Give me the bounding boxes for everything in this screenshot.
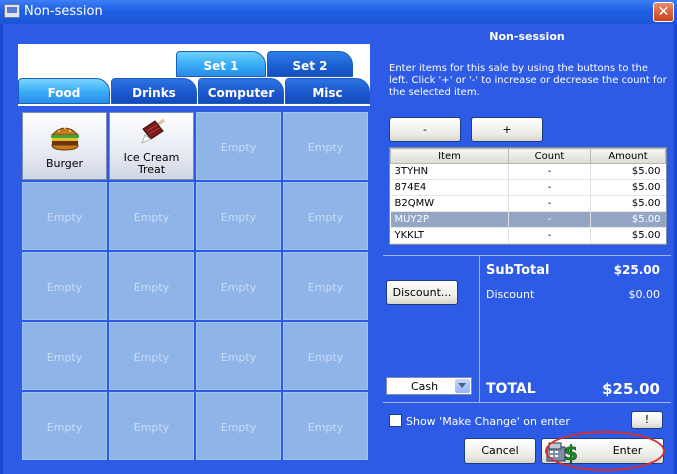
make-change-checkbox[interactable] — [389, 414, 402, 427]
discount-label: Discount — [486, 288, 535, 301]
item-label: Ice Cream Treat — [123, 151, 180, 176]
tab-food[interactable]: Food — [18, 78, 110, 104]
table-row[interactable]: 3TYHN - $5.00 — [390, 163, 666, 180]
discount-button[interactable]: Discount... — [386, 280, 458, 305]
empty-slot[interactable]: Empty — [109, 182, 194, 250]
empty-slot[interactable]: Empty — [283, 182, 368, 250]
panel-title: Non-session — [489, 30, 565, 43]
items-table: Item Count Amount 3TYHN - $5.00 874E4 - … — [389, 147, 667, 245]
enter-button[interactable]: $ Enter — [541, 438, 664, 464]
item-label: Burger — [45, 157, 84, 170]
empty-slot[interactable]: Empty — [22, 182, 107, 250]
subtotal-label: SubTotal — [486, 263, 550, 278]
column-header-amount[interactable]: Amount — [590, 148, 666, 164]
empty-slot[interactable]: Empty — [283, 392, 368, 460]
tab-set-1[interactable]: Set 1 — [176, 51, 266, 77]
tab-set-2[interactable]: Set 2 — [267, 51, 353, 77]
table-header-row: Item Count Amount — [390, 148, 666, 164]
empty-slot[interactable]: Empty — [196, 322, 281, 390]
tab-computer[interactable]: Computer — [198, 78, 284, 104]
column-header-item[interactable]: Item — [390, 148, 509, 164]
svg-text:$: $ — [564, 441, 578, 463]
column-header-count[interactable]: Count — [508, 148, 591, 164]
empty-slot[interactable]: Empty — [196, 252, 281, 320]
table-row[interactable]: B2QMW - $5.00 — [390, 195, 666, 212]
empty-slot[interactable]: Empty — [22, 252, 107, 320]
table-row-selected[interactable]: MUY2P - $5.00 — [390, 211, 666, 228]
enter-label: Enter — [612, 444, 643, 457]
cancel-button[interactable]: Cancel — [464, 438, 536, 464]
subtotal-value: $25.00 — [613, 263, 660, 277]
total-label: TOTAL — [486, 381, 536, 397]
divider — [383, 255, 671, 256]
alert-button[interactable]: ! — [631, 411, 663, 429]
empty-slot[interactable]: Empty — [283, 322, 368, 390]
table-row[interactable]: YKKLT - $5.00 — [390, 227, 666, 244]
empty-slot[interactable]: Empty — [196, 392, 281, 460]
close-icon: ✕ — [657, 4, 670, 20]
empty-slot[interactable]: Empty — [22, 322, 107, 390]
item-button-burger[interactable]: Burger — [22, 112, 107, 180]
empty-slot[interactable]: Empty — [196, 112, 281, 180]
make-change-label: Show 'Make Change' on enter — [406, 415, 570, 428]
divider — [383, 402, 671, 403]
payment-method-select[interactable]: Cash — [386, 377, 472, 395]
discount-value: $0.00 — [628, 288, 661, 301]
item-button-ice-cream-treat[interactable]: Ice Cream Treat — [109, 112, 194, 180]
ice-cream-icon — [140, 119, 165, 144]
empty-slot[interactable]: Empty — [109, 392, 194, 460]
item-grid: Burger Ice Cream Treat Empty Empty Empty… — [22, 112, 368, 464]
close-button[interactable]: ✕ — [653, 2, 674, 22]
cash-register-icon: $ — [546, 441, 578, 463]
chevron-down-icon[interactable] — [455, 379, 470, 393]
tab-drinks[interactable]: Drinks — [111, 78, 197, 104]
empty-slot[interactable]: Empty — [196, 182, 281, 250]
empty-slot[interactable]: Empty — [22, 392, 107, 460]
tab-misc[interactable]: Misc — [285, 78, 370, 104]
tab-header: Set 1 Set 2 Food Drinks Computer Misc — [18, 44, 370, 106]
empty-slot[interactable]: Empty — [283, 112, 368, 180]
instructions-text: Enter items for this sale by using the b… — [389, 63, 667, 98]
divider — [479, 255, 480, 402]
burger-icon — [50, 127, 79, 151]
app-icon — [4, 4, 20, 18]
title-bar: Non-session ✕ — [0, 0, 677, 24]
payment-method-value: Cash — [411, 380, 439, 393]
window-title: Non-session — [24, 4, 103, 19]
decrease-count-button[interactable]: - — [389, 117, 461, 142]
table-row[interactable]: 874E4 - $5.00 — [390, 179, 666, 196]
total-value: $25.00 — [602, 380, 660, 398]
empty-slot[interactable]: Empty — [109, 322, 194, 390]
empty-slot[interactable]: Empty — [109, 252, 194, 320]
increase-count-button[interactable]: + — [471, 117, 543, 142]
empty-slot[interactable]: Empty — [283, 252, 368, 320]
